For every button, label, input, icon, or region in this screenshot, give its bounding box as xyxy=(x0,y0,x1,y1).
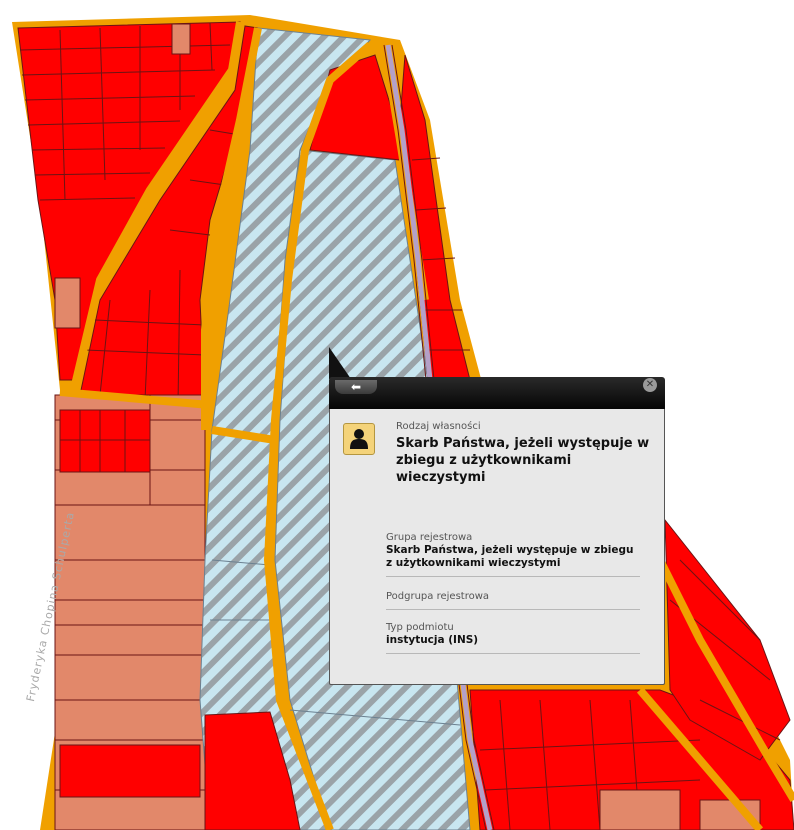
popup-body: Rodzaj własności Skarb Państwa, jeżeli w… xyxy=(329,409,665,685)
field-podgrupa-rejestrowa: Podgrupa rejestrowa xyxy=(386,591,640,610)
ownership-value: Skarb Państwa, jeżeli występuje w zbiegu… xyxy=(396,436,650,485)
close-icon: ✕ xyxy=(645,379,655,390)
field-typ-podmiotu: Typ podmiotu instytucja (INS) xyxy=(386,622,640,654)
close-button[interactable]: ✕ xyxy=(643,378,657,392)
popup-pointer xyxy=(329,347,351,379)
info-popup: ⬅ ✕ Rodzaj własności Skarb Państwa, jeże… xyxy=(329,347,665,686)
field-label: Grupa rejestrowa xyxy=(386,532,473,543)
field-grupa-rejestrowa: Grupa rejestrowa Skarb Państwa, jeżeli w… xyxy=(386,532,640,577)
field-value: Skarb Państwa, jeżeli występuje w zbiegu… xyxy=(386,544,634,569)
ownership-label: Rodzaj własności xyxy=(396,421,481,432)
person-icon xyxy=(343,423,375,455)
field-value: instytucja (INS) xyxy=(386,634,479,646)
field-label: Podgrupa rejestrowa xyxy=(386,591,490,602)
field-label: Typ podmiotu xyxy=(386,622,454,633)
arrow-left-icon: ⬅ xyxy=(350,380,362,394)
popup-header: ⬅ ✕ xyxy=(329,377,665,409)
back-button[interactable]: ⬅ xyxy=(335,380,377,394)
ownership-section: Rodzaj własności Skarb Państwa, jeżeli w… xyxy=(396,421,658,486)
